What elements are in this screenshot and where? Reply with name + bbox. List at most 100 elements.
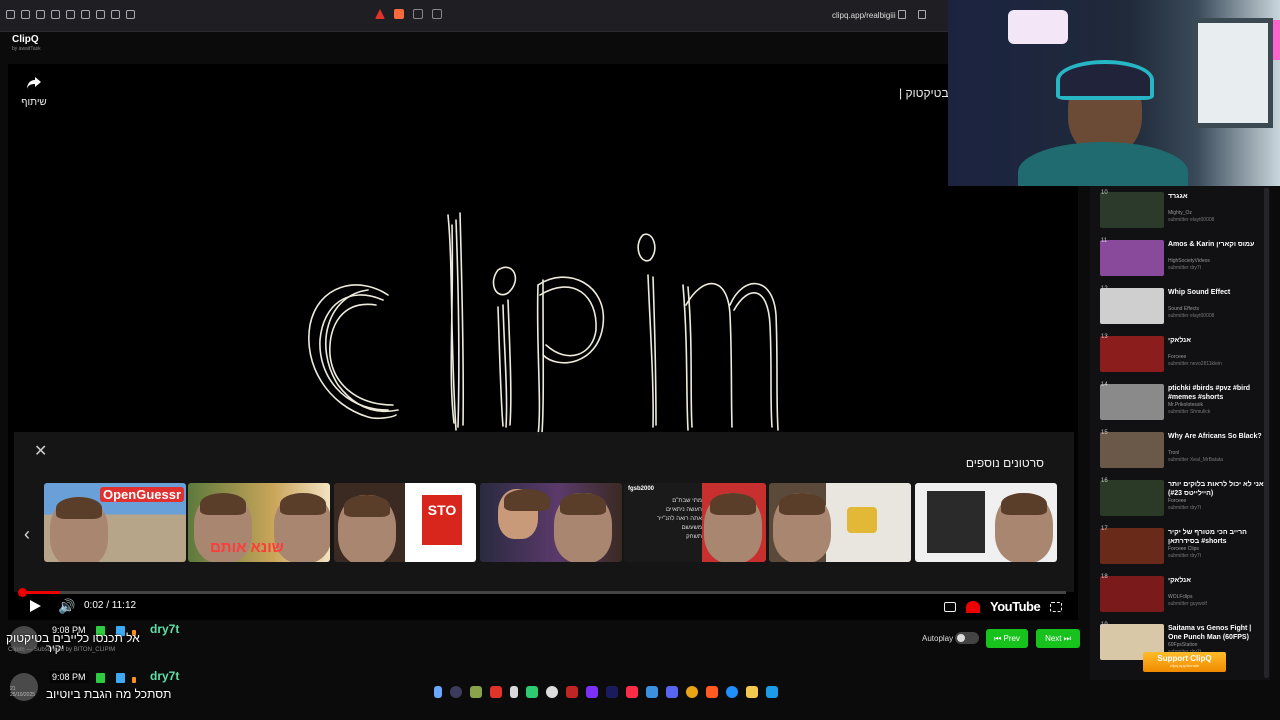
related-video[interactable]: fgsb2000 מתי שבת"ם חעשה ניתאיים אתה רואה… [624,483,766,562]
queue-thumbnail [1100,480,1164,516]
reload-icon[interactable] [413,9,423,19]
person-thumbnail [554,493,612,562]
queue-submitter: submitter elayt00008 [1168,217,1215,223]
app-icon[interactable] [646,686,658,698]
queue-item[interactable]: 17 הרייב הכי מטורף של יקיר בסידרתאן #shor… [1100,526,1262,570]
queue-item[interactable]: 18 אנלאקי WOLFclips submitter guywolf [1100,574,1262,618]
person-thumbnail [498,489,550,539]
related-video[interactable] [480,483,622,562]
queue-item[interactable]: 12 Whip Sound Effect Sound Effects submitte… [1100,286,1262,330]
captions-icon[interactable] [944,601,956,612]
taskbar [434,686,778,698]
app-icon[interactable] [546,686,558,698]
app-icon[interactable] [526,686,538,698]
youtube-logo[interactable]: YouTube [990,599,1041,614]
app-title: ClipQ [12,34,39,45]
download-icon[interactable] [96,10,105,19]
sidebar-icon[interactable] [66,10,75,19]
tools-icon[interactable] [36,10,45,19]
address-bar[interactable]: clipq.app/realbigiii [832,11,896,20]
app-brand[interactable]: ClipQ by awaitTask [12,34,41,52]
carousel-prev-icon[interactable]: ‹ [24,524,30,545]
queue-thumbnail [1100,336,1164,372]
queue-number: 18 [1101,574,1108,580]
app-icon[interactable] [706,686,718,698]
tweet-screenshot: מתי שבת"ם חעשה ניתאיים אתה רואה להנ"ייר … [628,497,702,542]
person-thumbnail [50,497,108,562]
chat-username: dry7t [150,622,180,636]
location-icon[interactable] [21,10,30,19]
person-thumbnail [995,493,1053,562]
scrollbar[interactable] [1264,188,1269,678]
chat-icon[interactable] [126,10,135,19]
app-icon[interactable] [490,686,502,698]
progress-handle[interactable] [18,588,27,597]
queue-item[interactable]: 14 ptichki #birds #pvz #bird #memes #shor… [1100,382,1262,426]
screenshot-icon[interactable] [51,10,60,19]
volume-icon[interactable]: 🔊 [58,598,75,615]
video-time: 0:02 / 11:12 [84,600,137,611]
app-icon[interactable] [510,686,518,698]
toolbar-icons-right [898,10,926,19]
app-icon[interactable] [746,686,758,698]
app-icon[interactable] [606,686,618,698]
related-video[interactable]: STO [334,483,476,562]
app-icon[interactable] [434,686,442,698]
queue-submitter: submitter Xeal_MrBatata [1168,457,1224,463]
queue-item[interactable]: 10 אגגרד Mighty_Oz submitter elayt00008 [1100,190,1262,234]
app-icon[interactable] [766,686,778,698]
bookmark-icon[interactable] [918,10,926,19]
app-icon[interactable] [586,686,598,698]
screen: clipq.app/realbigiii ClipQ by awaitTask … [0,0,1280,720]
app-icon[interactable] [566,686,578,698]
close-icon[interactable]: ✕ [34,444,47,460]
extension-icon[interactable] [432,9,442,19]
video-title: | בטיקטוק [899,86,949,100]
menu-icon[interactable] [6,10,15,19]
app-icon[interactable] [450,686,462,698]
app-icon[interactable] [626,686,638,698]
queue-item[interactable]: 11 Amos & Karin עמוס וקארין HighSocietyVid… [1100,238,1262,282]
app-icon[interactable] [470,686,482,698]
related-video[interactable]: שונא אותם [188,483,330,562]
autoplay-label: Autoplay [922,634,954,643]
next-button[interactable]: Next ⏭ [1036,629,1080,648]
queue-title: Whip Sound Effect [1168,289,1231,296]
translate-icon[interactable] [898,10,906,19]
music-icon[interactable] [81,10,90,19]
queue-channel: Forceee [1168,498,1187,504]
queue-item[interactable]: 15 Why Are Africans So Black? Tronl submitt… [1100,430,1262,474]
tab-grid-icon[interactable] [111,10,120,19]
queue-item[interactable]: 16 אני לא יכול לראות בלוקים יותר (היילייט… [1100,478,1264,522]
fire-badge-icon [132,677,136,683]
app-icon[interactable] [726,686,738,698]
brave-icon[interactable] [394,9,404,19]
app-icon[interactable] [686,686,698,698]
play-icon[interactable] [30,600,41,612]
prev-button[interactable]: ⏮ Prev [986,629,1028,648]
person-thumbnail [338,495,396,562]
fullscreen-icon[interactable] [1050,601,1063,612]
queue-channel: 60FpsStation [1168,642,1198,648]
support-button[interactable]: Support ClipQ clipq.app/donate [1143,652,1226,672]
person-thumbnail [773,493,831,562]
player-controls-right: YouTube [944,599,1063,614]
music-heart-icon[interactable] [966,600,980,613]
tweet-line: חעשה ניתאיים [665,507,702,513]
food-image [847,507,877,533]
related-video[interactable] [915,483,1057,562]
warning-icon[interactable] [375,9,385,19]
queue-item[interactable]: 13 אנלאקי Forceee submitter nevo2811klein [1100,334,1262,378]
queue-title: הרייב הכי מטורף של יקיר בסידרתאן #shorts [1168,529,1247,545]
queue-channel: Mr.Prikolotessik [1168,402,1204,408]
related-video-label: OpenGuessr [100,487,185,502]
progress-bar[interactable] [22,591,1066,594]
app-icon[interactable] [666,686,678,698]
share-button[interactable]: שיתוף [20,76,48,108]
related-video[interactable]: OpenGuessr [44,483,186,562]
autoplay-toggle[interactable] [955,632,979,644]
queue-title: אנלאקי [1168,577,1191,584]
hex-light-panels [1008,10,1068,44]
related-video[interactable] [769,483,911,562]
tweet-line: משעשם [681,525,702,531]
